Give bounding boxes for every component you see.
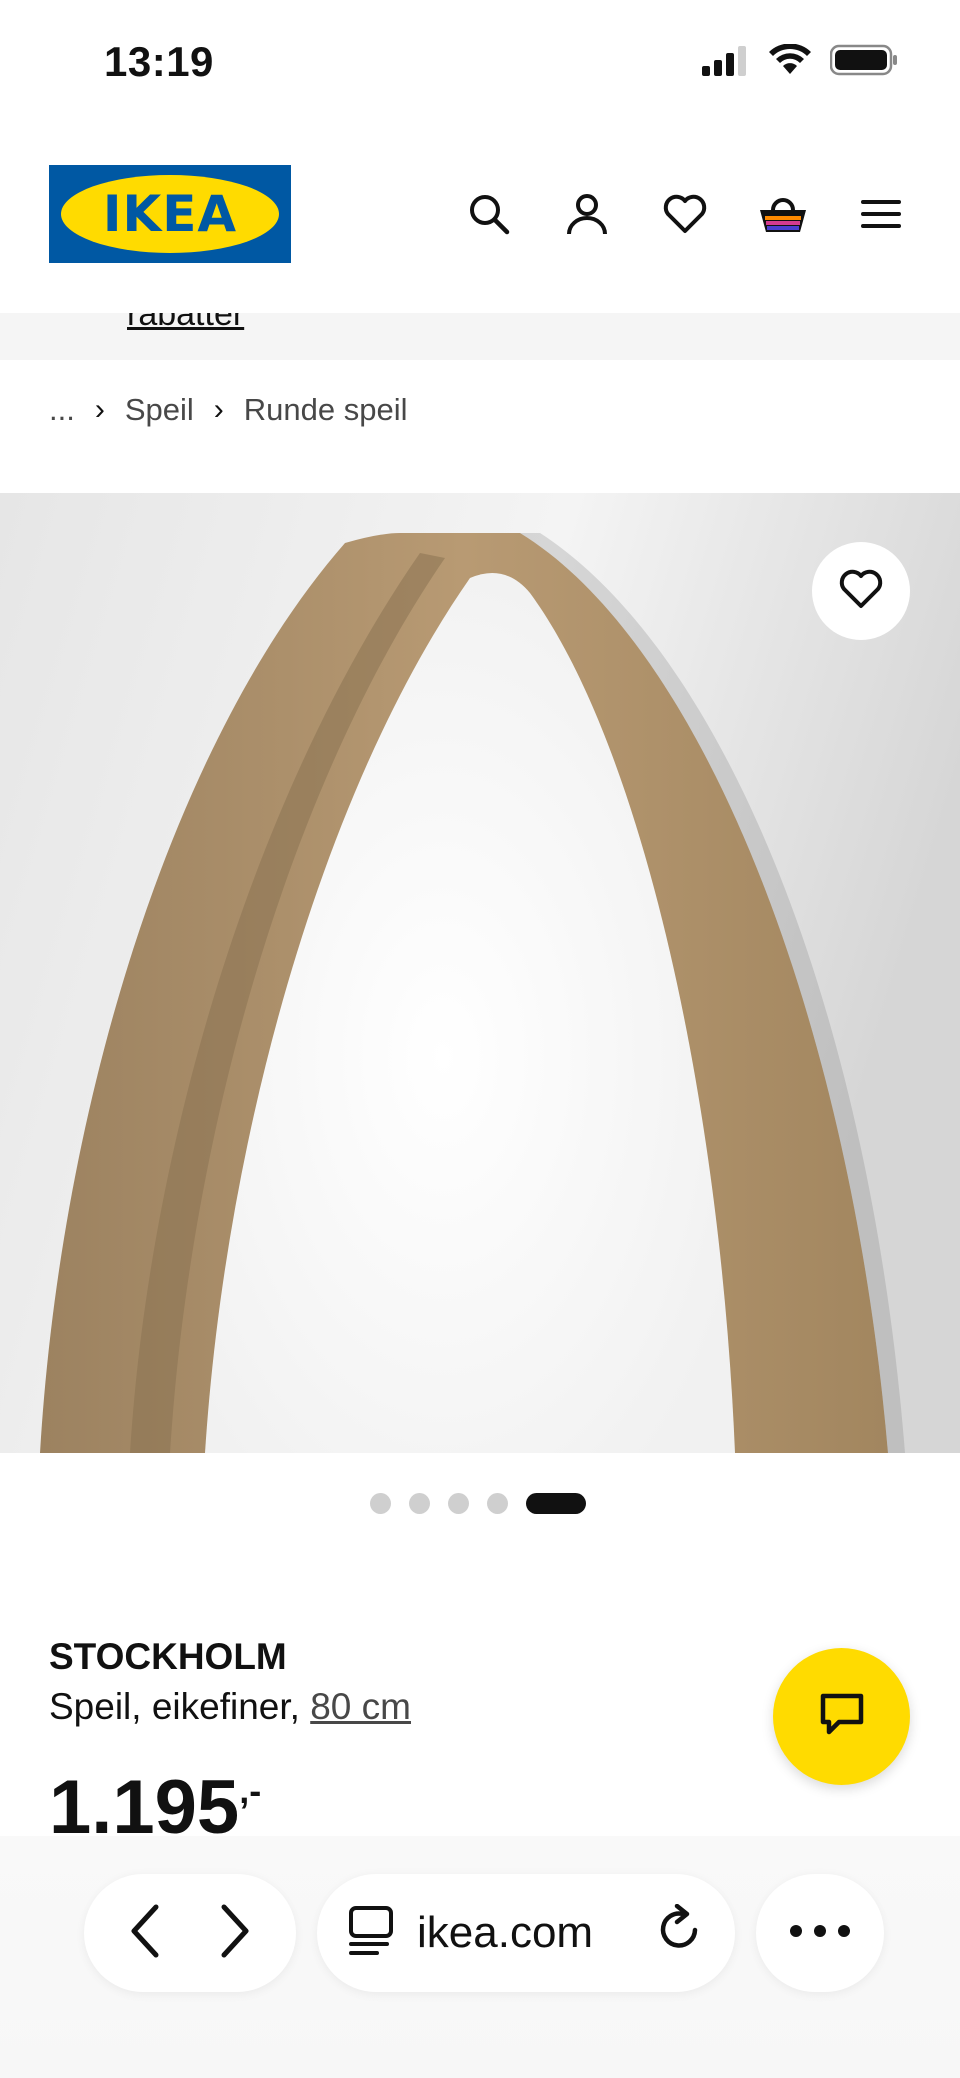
back-button[interactable] [126,1903,166,1964]
basket-icon [757,192,809,241]
image-carousel-indicator [370,1493,586,1514]
mirror-illustration [0,493,960,1453]
battery-icon [829,44,898,81]
favourites-button[interactable] [636,186,734,246]
chevron-left-icon [126,1903,166,1964]
save-to-favourites-button[interactable] [812,542,910,640]
account-icon [565,192,609,241]
chat-icon [817,1689,867,1744]
price: 1.195,- [49,1770,261,1836]
url-text: ikea.com [417,1908,594,1957]
carousel-dot[interactable] [409,1493,430,1514]
breadcrumb-separator: › [94,393,105,426]
account-button[interactable] [538,186,636,246]
signal-icon [702,44,750,81]
tabs-icon[interactable] [347,1905,395,1962]
status-time: 13:19 [104,38,214,85]
product-image[interactable] [0,493,960,1453]
header-actions [440,186,930,246]
product-name: STOCKHOLM [49,1636,287,1677]
wifi-icon [768,43,812,81]
ikea-logo[interactable]: IKEA [49,165,291,263]
breadcrumb-item-speil[interactable]: Speil [125,392,194,428]
promo-banner: rabatter [0,313,960,360]
price-suffix: ,- [239,1770,262,1811]
reload-icon[interactable] [655,1903,705,1963]
carousel-dot[interactable] [487,1493,508,1514]
chevron-right-icon [214,1903,254,1964]
product-description: Speil, eikefiner, 80 cm [49,1686,411,1728]
browser-nav-group [84,1874,296,1992]
address-bar[interactable]: ikea.com [317,1874,735,1992]
carousel-dot[interactable] [448,1493,469,1514]
more-button[interactable] [756,1874,884,1992]
more-icon [788,1923,852,1944]
promo-banner-link[interactable]: rabatter [127,313,244,334]
breadcrumb-separator: › [213,393,224,426]
price-value: 1.195 [49,1770,240,1836]
carousel-dot-active[interactable] [526,1493,586,1514]
site-header: IKEA [0,130,960,313]
status-icons [702,43,898,81]
search-icon [467,192,511,241]
heart-icon [662,193,708,240]
product-description-text: Speil, eikefiner, [49,1686,311,1727]
page: 13:19 IKEA rabatter ... › Speil › Runde … [0,0,960,2078]
breadcrumb-item-runde-speil[interactable]: Runde speil [244,392,408,428]
forward-button[interactable] [214,1903,254,1964]
search-button[interactable] [440,186,538,246]
breadcrumb-item-more[interactable]: ... [49,392,75,428]
basket-button[interactable] [734,186,832,246]
menu-icon [859,196,903,237]
heart-icon [838,568,884,615]
carousel-dot[interactable] [370,1493,391,1514]
logo-text: IKEA [102,185,238,243]
status-bar: 13:19 [0,0,960,130]
menu-button[interactable] [832,186,930,246]
logo-oval: IKEA [61,175,279,253]
product-size-link[interactable]: 80 cm [310,1686,411,1727]
chat-button[interactable] [773,1648,910,1785]
browser-toolbar: ikea.com [0,1836,960,2078]
breadcrumb: ... › Speil › Runde speil [49,392,408,428]
